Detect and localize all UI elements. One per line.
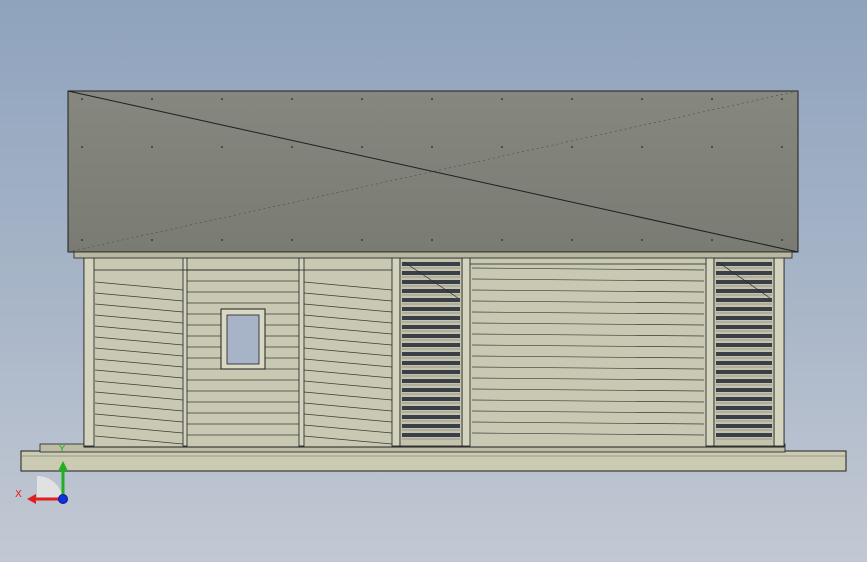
roof-fastener (221, 98, 223, 100)
louver-slat (716, 433, 772, 437)
louver-slat (402, 280, 460, 284)
louver-slat (716, 262, 772, 266)
louver-slat (402, 379, 460, 383)
louver-slat (716, 280, 772, 284)
louver-slat (716, 343, 772, 347)
louver-slat (716, 316, 772, 320)
louver-slat (402, 325, 460, 329)
roof-fastener (711, 239, 713, 241)
roof-fastener (361, 98, 363, 100)
louver-slat (716, 370, 772, 374)
roof-fastener (501, 98, 503, 100)
louver-slat (716, 379, 772, 383)
roof-fastener (781, 98, 783, 100)
wall-post (461, 255, 471, 447)
louver-slat (402, 271, 460, 275)
roof-fastener (641, 98, 643, 100)
louver-slat (716, 388, 772, 392)
louver-slat (402, 343, 460, 347)
wall-post (391, 255, 401, 447)
louver-slat (716, 406, 772, 410)
roof-fastener (571, 146, 573, 148)
louver-slat (716, 271, 772, 275)
roof-fastener (151, 98, 153, 100)
roof-fastener (711, 98, 713, 100)
louver-slat (402, 352, 460, 356)
louver-slat (402, 316, 460, 320)
roof-fastener (151, 239, 153, 241)
z-axis-marker (58, 494, 68, 504)
wall-post (298, 255, 305, 447)
roof-fastener (291, 239, 293, 241)
roof-fastener (571, 239, 573, 241)
roof-fastener (431, 98, 433, 100)
wall-post (705, 255, 715, 447)
louver-slat (402, 433, 460, 437)
roof-fastener (781, 146, 783, 148)
louver-slat (402, 388, 460, 392)
wall-post (83, 255, 95, 447)
louver-slat (402, 424, 460, 428)
louver-slat (716, 334, 772, 338)
window (220, 308, 266, 370)
louver-slat (402, 397, 460, 401)
louver-slat (716, 325, 772, 329)
louver-slat (716, 289, 772, 293)
roof-fastener (641, 239, 643, 241)
roof-fastener (221, 146, 223, 148)
roof-panel (67, 90, 799, 259)
cad-model-view[interactable]: X Y (0, 0, 867, 562)
roof-fastener (781, 239, 783, 241)
roof-fastener (291, 146, 293, 148)
louver-slat (716, 352, 772, 356)
louver-slat (716, 298, 772, 302)
louver-vent-left (399, 257, 463, 447)
roof-fastener (151, 146, 153, 148)
roof-fastener (81, 98, 83, 100)
louver-slat (716, 307, 772, 311)
louver-slat (402, 406, 460, 410)
louver-slat (716, 424, 772, 428)
louver-slat (402, 370, 460, 374)
roof-fastener (221, 239, 223, 241)
wall-post (773, 255, 785, 447)
base-slab (20, 443, 847, 472)
roof-fastener (361, 146, 363, 148)
wall-post (182, 255, 188, 447)
louver-slat (716, 397, 772, 401)
roof-fastener (291, 98, 293, 100)
roof-fastener (361, 239, 363, 241)
roof-fastener (711, 146, 713, 148)
roof-fastener (501, 146, 503, 148)
louver-slat (402, 415, 460, 419)
roof-fastener (81, 239, 83, 241)
roof-fastener (501, 239, 503, 241)
roof-fastener (431, 239, 433, 241)
roof-fastener (571, 98, 573, 100)
louver-vent-right (713, 257, 775, 447)
louver-slat (402, 361, 460, 365)
y-axis-label: Y (58, 444, 66, 455)
louver-slat (402, 334, 460, 338)
louver-slat (716, 361, 772, 365)
louver-slat (716, 415, 772, 419)
louver-slat (402, 307, 460, 311)
louver-slat (402, 289, 460, 293)
louver-slat (402, 262, 460, 266)
graphics-viewport[interactable]: X Y (0, 0, 867, 562)
roof-fastener (641, 146, 643, 148)
roof-fastener (431, 146, 433, 148)
x-axis-arrowhead (27, 494, 36, 504)
roof-fastener (81, 146, 83, 148)
x-axis-label: X (15, 489, 22, 500)
louver-slat (402, 298, 460, 302)
